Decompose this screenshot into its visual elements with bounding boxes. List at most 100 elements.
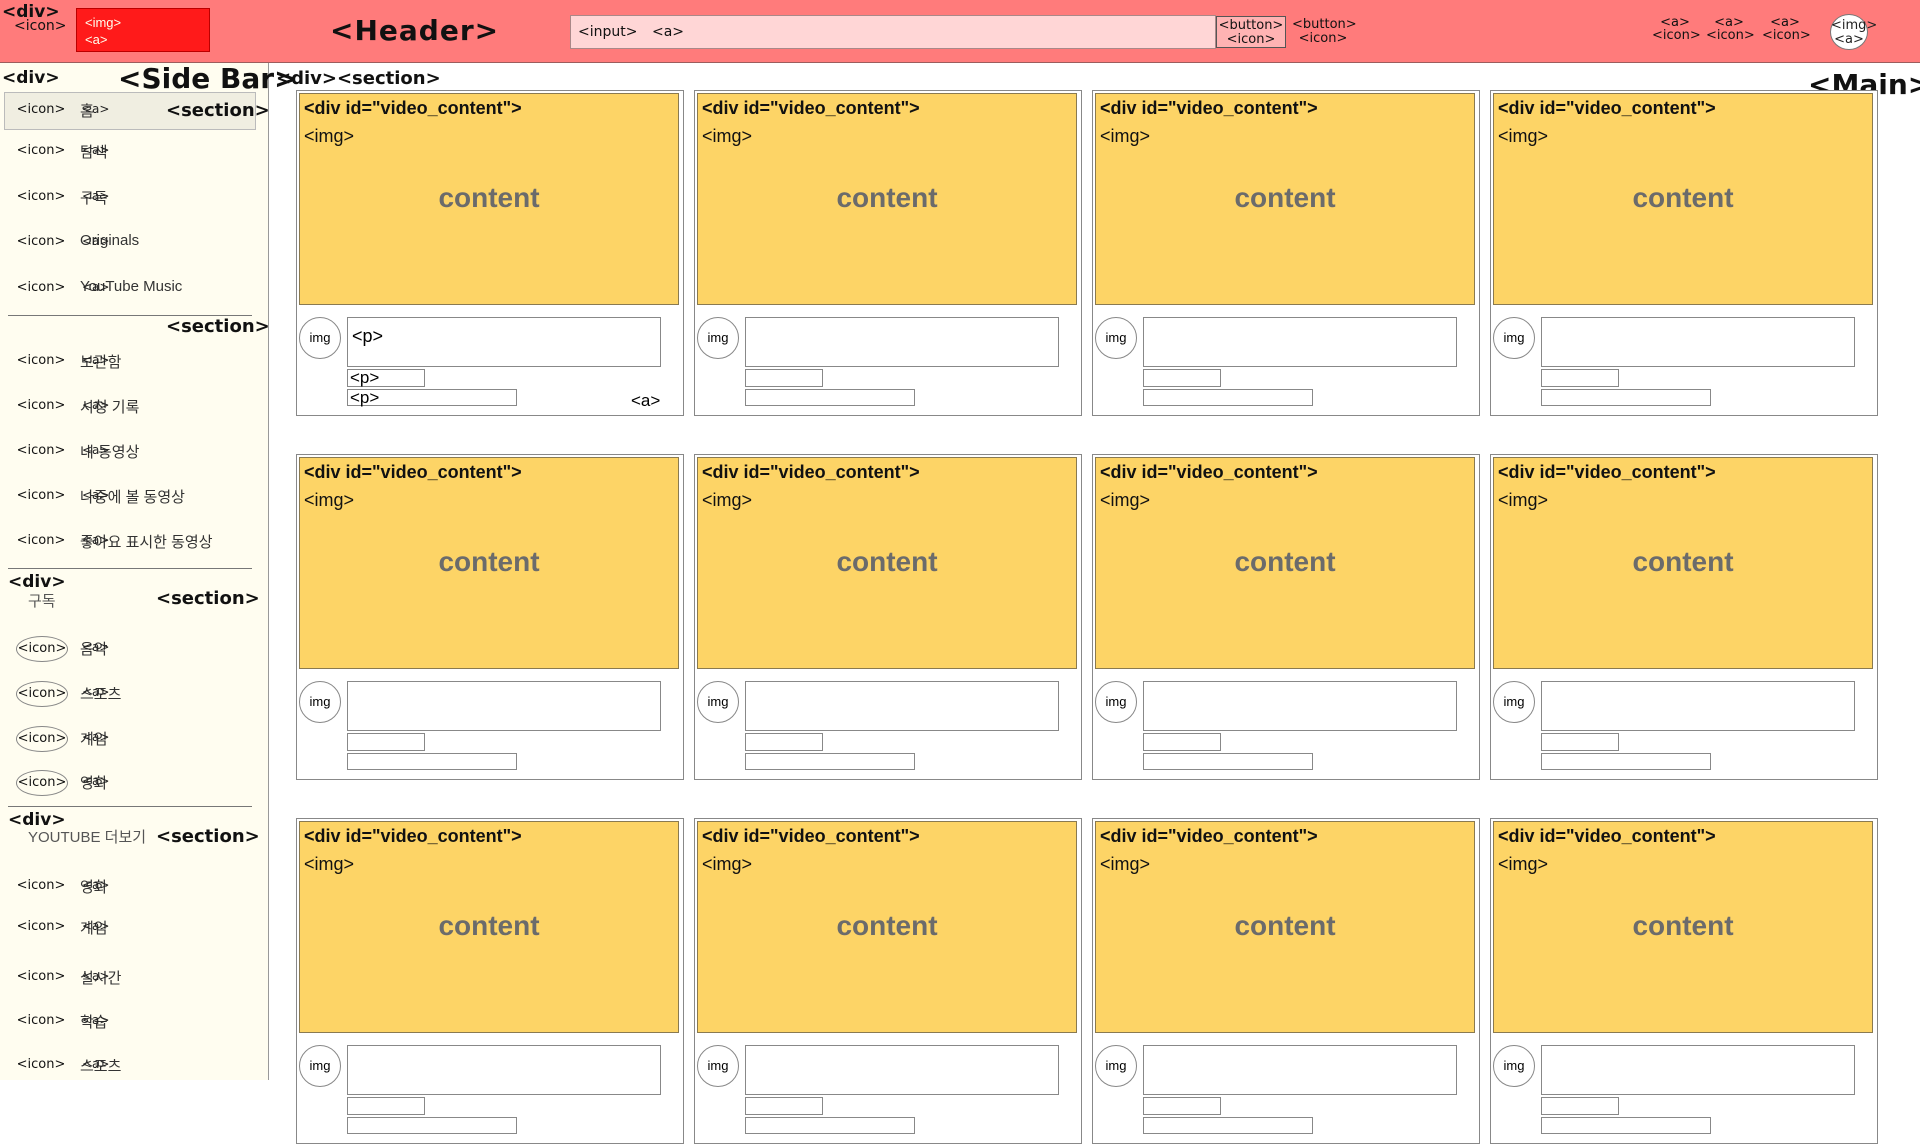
channel-name[interactable] xyxy=(1541,733,1619,751)
sidebar-item-icon: <icon> xyxy=(16,770,68,796)
sidebar-section-label: <section> xyxy=(156,588,260,609)
channel-name[interactable] xyxy=(745,733,823,751)
video-card[interactable]: <div id="video_content"> <img> content img xyxy=(1490,454,1878,780)
channel-avatar[interactable]: img xyxy=(299,317,341,359)
sidebar-section-label: <section> xyxy=(156,826,260,847)
sidebar-item-link[interactable]: <a> xyxy=(82,1013,109,1027)
video-title[interactable] xyxy=(1143,317,1457,367)
video-card[interactable]: <div id="video_content"> <img> content img xyxy=(694,90,1082,416)
search-input[interactable]: <input> xyxy=(578,24,637,40)
video-title[interactable] xyxy=(745,1045,1059,1095)
video-thumbnail[interactable]: <div id="video_content"> <img> content xyxy=(697,821,1077,1033)
channel-avatar[interactable]: img xyxy=(697,681,739,723)
video-thumbnail[interactable]: <div id="video_content"> <img> content xyxy=(1095,93,1475,305)
sidebar-item-link[interactable]: <a> xyxy=(82,102,109,116)
search-link[interactable]: <a> xyxy=(652,24,684,40)
apps-button[interactable]: <a> <icon> xyxy=(1706,16,1755,42)
sidebar-item-link[interactable]: <a> xyxy=(82,640,109,654)
video-title[interactable] xyxy=(1541,1045,1855,1095)
video-title[interactable] xyxy=(1541,681,1855,731)
channel-name[interactable] xyxy=(1143,369,1221,387)
youtube-logo[interactable]: <img> <a> xyxy=(76,8,210,52)
sidebar-item-link[interactable]: <a> xyxy=(82,774,109,788)
video-title[interactable] xyxy=(347,681,661,731)
video-card[interactable]: <div id="video_content"> <img> content img xyxy=(1092,90,1480,416)
video-thumbnail[interactable]: <div id="video_content"> <img> content xyxy=(299,821,679,1033)
video-thumbnail[interactable]: <div id="video_content"> <img> content xyxy=(1095,821,1475,1033)
video-card[interactable]: <div id="video_content"> <img> content img xyxy=(1092,818,1480,1144)
channel-avatar[interactable]: img xyxy=(299,1045,341,1087)
video-title[interactable] xyxy=(1143,1045,1457,1095)
video-thumbnail[interactable]: <div id="video_content"> <img> content xyxy=(697,457,1077,669)
menu-icon[interactable]: <icon> xyxy=(14,18,67,34)
channel-name[interactable] xyxy=(347,733,425,751)
sidebar-item-icon: <icon> xyxy=(16,143,66,158)
video-card[interactable]: <div id="video_content"> <img> content img xyxy=(1092,454,1480,780)
voice-search-button[interactable]: <button> <icon> xyxy=(1292,18,1357,48)
sidebar-item-link[interactable]: <a> xyxy=(82,685,109,699)
video-card[interactable]: <div id="video_content"> <img> content img xyxy=(694,454,1082,780)
search-button[interactable]: <button> <icon> xyxy=(1216,16,1286,48)
sidebar-item-link[interactable]: <a> xyxy=(82,533,109,547)
video-thumbnail[interactable]: <div id="video_content"> <img> content xyxy=(299,93,679,305)
video-thumbnail[interactable]: <div id="video_content"> <img> content xyxy=(1095,457,1475,669)
create-video-button[interactable]: <a> <icon> xyxy=(1652,16,1701,42)
sidebar-item-link[interactable]: <a> xyxy=(82,488,109,502)
card-more-link[interactable]: <a> xyxy=(631,391,660,411)
video-card[interactable]: <div id="video_content"> <img> content img xyxy=(296,454,684,780)
channel-avatar[interactable]: img xyxy=(1095,681,1137,723)
channel-name[interactable] xyxy=(1541,1097,1619,1115)
channel-name[interactable] xyxy=(745,1097,823,1115)
channel-name[interactable] xyxy=(745,369,823,387)
sidebar-item-link[interactable]: <a> xyxy=(82,969,109,983)
channel-avatar[interactable]: img xyxy=(1493,1045,1535,1087)
channel-avatar[interactable]: img xyxy=(1493,681,1535,723)
channel-name[interactable] xyxy=(347,1097,425,1115)
sidebar-item-link[interactable]: <a> xyxy=(82,730,109,744)
sidebar-item-link[interactable]: <a> xyxy=(82,398,109,412)
video-thumbnail[interactable]: <div id="video_content"> <img> content xyxy=(1493,457,1873,669)
sidebar-item-link[interactable]: <a> xyxy=(82,189,109,203)
sidebar-item-link[interactable]: <a> xyxy=(82,353,109,367)
sidebar-item-link[interactable]: <a> xyxy=(82,919,109,933)
video-title[interactable] xyxy=(1541,317,1855,367)
channel-avatar[interactable]: img xyxy=(1095,1045,1137,1087)
channel-name[interactable] xyxy=(1541,369,1619,387)
video-thumbnail[interactable]: <div id="video_content"> <img> content xyxy=(299,457,679,669)
notifications-button[interactable]: <a> <icon> xyxy=(1762,16,1811,42)
video-thumbnail[interactable]: <div id="video_content"> <img> content xyxy=(697,93,1077,305)
thumbnail-img-tag: <img> xyxy=(1498,854,1549,874)
channel-avatar[interactable]: img xyxy=(697,1045,739,1087)
channel-avatar[interactable]: img xyxy=(697,317,739,359)
video-card[interactable]: <div id="video_content"> <img> content img xyxy=(1490,818,1878,1144)
channel-avatar[interactable]: img xyxy=(1493,317,1535,359)
channel-name[interactable] xyxy=(1143,733,1221,751)
video-title[interactable]: <p> xyxy=(347,317,661,367)
sidebar-item-link[interactable]: <a> xyxy=(82,234,109,248)
video-thumbnail[interactable]: <div id="video_content"> <img> content xyxy=(1493,93,1873,305)
sidebar-item-link[interactable]: <a> xyxy=(82,143,109,157)
sidebar-item-link[interactable]: <a> xyxy=(82,1057,109,1071)
channel-avatar[interactable]: img xyxy=(299,681,341,723)
video-thumbnail[interactable]: <div id="video_content"> <img> content xyxy=(1493,821,1873,1033)
sidebar-item-link[interactable]: <a> xyxy=(82,443,109,457)
sidebar-item-icon: <icon> xyxy=(16,636,68,662)
sidebar-item-icon: <icon> xyxy=(16,1057,66,1072)
video-card[interactable]: <div id="video_content"> <img> content img <… xyxy=(296,90,684,416)
video-title[interactable] xyxy=(1143,681,1457,731)
thumbnail-content-label: content xyxy=(836,546,938,577)
sidebar-item-link[interactable]: <a> xyxy=(82,878,109,892)
channel-avatar[interactable]: img xyxy=(1095,317,1137,359)
channel-name[interactable]: <p> xyxy=(347,369,425,387)
channel-name[interactable] xyxy=(1143,1097,1221,1115)
avatar-img-tag: <img> xyxy=(1831,18,1878,33)
video-title[interactable] xyxy=(745,317,1059,367)
thumbnail-content-label: content xyxy=(1632,546,1734,577)
sidebar-item-link[interactable]: <a> xyxy=(82,280,109,294)
video-card[interactable]: <div id="video_content"> <img> content img xyxy=(296,818,684,1144)
video-title[interactable] xyxy=(745,681,1059,731)
user-avatar[interactable]: <img> <a> xyxy=(1830,14,1878,50)
video-card[interactable]: <div id="video_content"> <img> content img xyxy=(1490,90,1878,416)
video-title[interactable] xyxy=(347,1045,661,1095)
video-card[interactable]: <div id="video_content"> <img> content img xyxy=(694,818,1082,1144)
